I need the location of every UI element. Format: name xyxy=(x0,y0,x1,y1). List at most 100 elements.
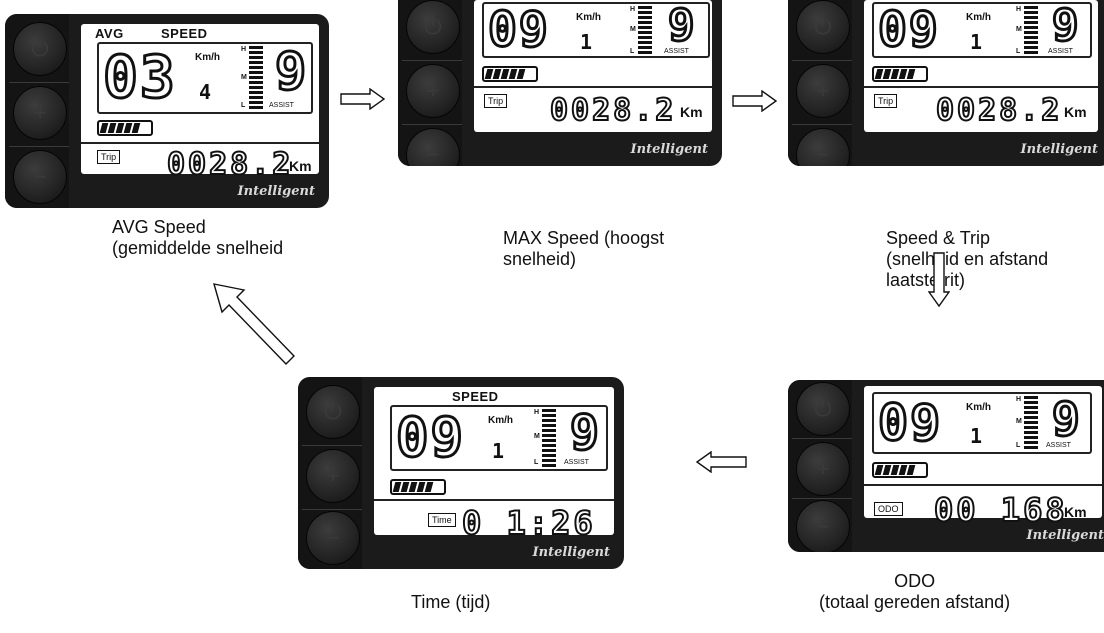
speed-integer: 09 xyxy=(487,2,550,58)
minus-button[interactable]: − xyxy=(796,500,850,552)
power-icon: ⏻ xyxy=(814,14,832,39)
speed-box: 09 Km/h 1 H M L 9 ASSIST xyxy=(872,392,1092,454)
time-tag: Time xyxy=(428,513,456,527)
speed-decimal: 1 xyxy=(970,30,983,54)
trip-tag: Trip xyxy=(874,94,898,108)
right-arrow-icon xyxy=(732,90,778,112)
level-m: M xyxy=(534,433,540,440)
odo-tag: ODO xyxy=(874,502,903,516)
speed-box: 09 Km/h 1 H M L 9 ASSIST xyxy=(390,405,608,471)
plus-icon: + xyxy=(33,100,47,125)
level-l: L xyxy=(241,102,246,109)
time-counter: 0 1:26 xyxy=(461,504,596,542)
right-arrow-icon xyxy=(340,88,386,110)
assist-level: 9 xyxy=(667,0,696,51)
power-icon: ⏻ xyxy=(31,36,49,61)
speed-unit: Km/h xyxy=(488,415,513,426)
caption-avg-speed: AVG Speed (gemiddelde snelheid xyxy=(112,217,284,258)
lcd-screen: 09 Km/h 1 H M L 9 ASSIST ODO 00 168 Km xyxy=(864,386,1102,527)
power-icon: ⏻ xyxy=(814,396,832,421)
power-button[interactable]: ⏻ xyxy=(796,0,850,54)
speed-box: 09 Km/h 1 H M L 9 ASSIST xyxy=(872,2,1092,58)
lcd-display-max: ⏻ + − 09 Km/h 1 H M L 9 ASSIST Trip 0028… xyxy=(398,0,722,166)
down-arrow-icon xyxy=(928,252,950,308)
distance-unit: Km xyxy=(1064,104,1087,120)
assist-level: 9 xyxy=(273,42,307,102)
power-button[interactable]: ⏻ xyxy=(796,382,850,436)
plus-button[interactable]: + xyxy=(796,442,850,496)
speed-label: SPEED xyxy=(161,26,208,41)
speed-label: SPEED xyxy=(452,389,499,404)
mode-label: AVG xyxy=(95,26,124,41)
lcd-display-trip: ⏻ + − 09 Km/h 1 H M L 9 ASSIST Trip 0028… xyxy=(788,0,1104,166)
speed-decimal: 1 xyxy=(580,30,593,54)
speed-decimal: 1 xyxy=(492,439,505,463)
speed-decimal: 1 xyxy=(970,424,983,448)
button-column: ⏻ + − xyxy=(788,0,852,166)
button-column: ⏻ + − xyxy=(298,377,362,569)
power-button[interactable]: ⏻ xyxy=(406,0,460,54)
distance-unit: Km xyxy=(680,104,703,120)
minus-icon: − xyxy=(33,164,47,189)
button-column: ⏻ + − xyxy=(398,0,462,166)
lcd-screen: 09 Km/h 1 H M L 9 ASSIST Trip 0028.2 Km xyxy=(864,0,1098,132)
button-column: ⏻ + − xyxy=(5,14,69,208)
distance-unit: Km xyxy=(1064,504,1087,520)
plus-icon: + xyxy=(326,463,340,488)
minus-button[interactable]: − xyxy=(406,128,460,166)
up-left-arrow-icon xyxy=(213,283,295,365)
assist-label: ASSIST xyxy=(1048,48,1073,55)
speed-decimal: 4 xyxy=(199,80,212,104)
power-button[interactable]: ⏻ xyxy=(306,385,360,439)
level-l: L xyxy=(1016,48,1021,55)
level-l: L xyxy=(534,459,539,466)
minus-button[interactable]: − xyxy=(306,511,360,565)
level-m: M xyxy=(630,26,636,33)
speed-unit: Km/h xyxy=(195,52,220,63)
minus-button[interactable]: − xyxy=(796,128,850,166)
assist-level-bars xyxy=(638,6,652,56)
assist-label: ASSIST xyxy=(564,459,589,466)
minus-button[interactable]: − xyxy=(13,150,67,204)
brand-logo: Intelligent xyxy=(532,545,610,560)
assist-label: ASSIST xyxy=(1046,442,1071,449)
level-h: H xyxy=(1016,6,1022,13)
assist-label: ASSIST xyxy=(664,48,689,55)
battery-indicator xyxy=(482,66,538,82)
plus-button[interactable]: + xyxy=(13,86,67,140)
speed-integer: 09 xyxy=(394,406,466,469)
caption-max-speed: MAX Speed (hoogst snelheid) xyxy=(503,228,665,269)
assist-level: 9 xyxy=(1051,392,1082,446)
speed-unit: Km/h xyxy=(966,402,991,413)
plus-icon: + xyxy=(816,456,830,481)
lcd-screen: AVG SPEED 03 Km/h 4 H M L 9 ASSIST Trip … xyxy=(81,24,319,181)
distance-counter: 0028.2 xyxy=(935,93,1063,128)
brand-logo: Intelligent xyxy=(1026,528,1104,543)
distance-counter: 0028.2 xyxy=(166,147,294,182)
lcd-display-odo: ⏻ + − 09 Km/h 1 H M L 9 ASSIST ODO 00 16… xyxy=(788,380,1104,552)
plus-icon: + xyxy=(426,78,440,103)
speed-unit: Km/h xyxy=(966,12,991,23)
battery-indicator xyxy=(390,479,446,495)
odo-counter: 00 168 xyxy=(933,491,1068,529)
brand-logo: Intelligent xyxy=(237,184,315,199)
plus-button[interactable]: + xyxy=(306,449,360,503)
lcd-display-avg: ⏻ + − AVG SPEED 03 Km/h 4 H M L 9 ASSIST… xyxy=(5,14,329,208)
assist-level: 9 xyxy=(569,405,601,461)
level-h: H xyxy=(534,409,540,416)
level-h: H xyxy=(241,46,247,53)
assist-label: ASSIST xyxy=(269,102,294,109)
minus-icon: − xyxy=(816,514,830,539)
distance-unit: Km xyxy=(289,158,312,174)
power-button[interactable]: ⏻ xyxy=(13,22,67,76)
battery-indicator xyxy=(97,120,153,136)
power-icon: ⏻ xyxy=(424,14,442,39)
speed-box: 09 Km/h 1 H M L 9 ASSIST xyxy=(482,2,710,58)
lcd-screen: SPEED 09 Km/h 1 H M L 9 ASSIST Time 0 1:… xyxy=(374,387,614,540)
minus-icon: − xyxy=(816,142,830,166)
assist-level: 9 xyxy=(1051,0,1080,51)
plus-button[interactable]: + xyxy=(406,64,460,118)
caption-odo: ODO (totaal gereden afstand) xyxy=(819,571,1011,612)
level-m: M xyxy=(1016,26,1022,33)
plus-button[interactable]: + xyxy=(796,64,850,118)
